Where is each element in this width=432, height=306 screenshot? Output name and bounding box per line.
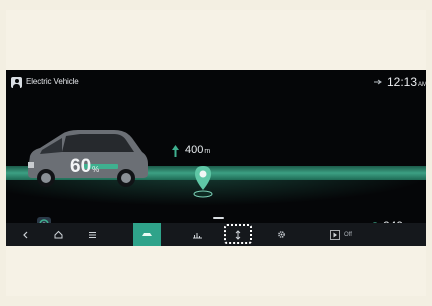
battery-level: 60% (70, 156, 99, 178)
clock: 12:13AM (387, 75, 426, 89)
status-bar: Electric Vehicle 12:13AM (6, 70, 426, 96)
navigation-arrow-icon (374, 79, 382, 85)
battery-percent: 60 (70, 156, 92, 177)
clock-ampm: AM (418, 82, 426, 88)
destination-pin-icon (193, 166, 213, 198)
infotainment-screen: Electric Vehicle 12:13AM 60% 400m Off (6, 70, 426, 246)
back-button[interactable] (14, 223, 38, 246)
energy-chart-icon (192, 232, 202, 238)
focus-highlight (224, 224, 252, 244)
play-icon (330, 229, 340, 240)
home-button[interactable] (46, 223, 70, 246)
up-arrow-icon (172, 145, 179, 157)
next-turn-distance: 400m (185, 144, 210, 156)
battery-unit: % (92, 165, 100, 174)
drive-mode-button[interactable] (224, 223, 252, 246)
media-play-toggle[interactable]: Off (330, 223, 370, 246)
ev-view-button[interactable] (133, 223, 161, 246)
distance-unit: m (204, 148, 211, 155)
settings-button[interactable] (269, 223, 293, 246)
menu-icon (88, 231, 96, 238)
distance-value: 400 (185, 144, 204, 156)
ev-view-icon (142, 233, 152, 236)
profile-name[interactable]: Electric Vehicle (26, 77, 79, 86)
bottom-navigation-bar: Off (6, 223, 426, 246)
menu-button[interactable] (80, 223, 104, 246)
clock-time: 12:13 (387, 75, 418, 89)
ev-drive-scene: 60% 400m 249km (6, 96, 426, 233)
energy-chart-button[interactable] (184, 223, 210, 246)
profile-icon[interactable] (11, 77, 22, 88)
back-icon (23, 231, 28, 238)
play-state-label: Off (344, 231, 352, 238)
gear-icon (277, 231, 285, 238)
home-icon (54, 230, 62, 239)
page-indicator (213, 217, 224, 219)
